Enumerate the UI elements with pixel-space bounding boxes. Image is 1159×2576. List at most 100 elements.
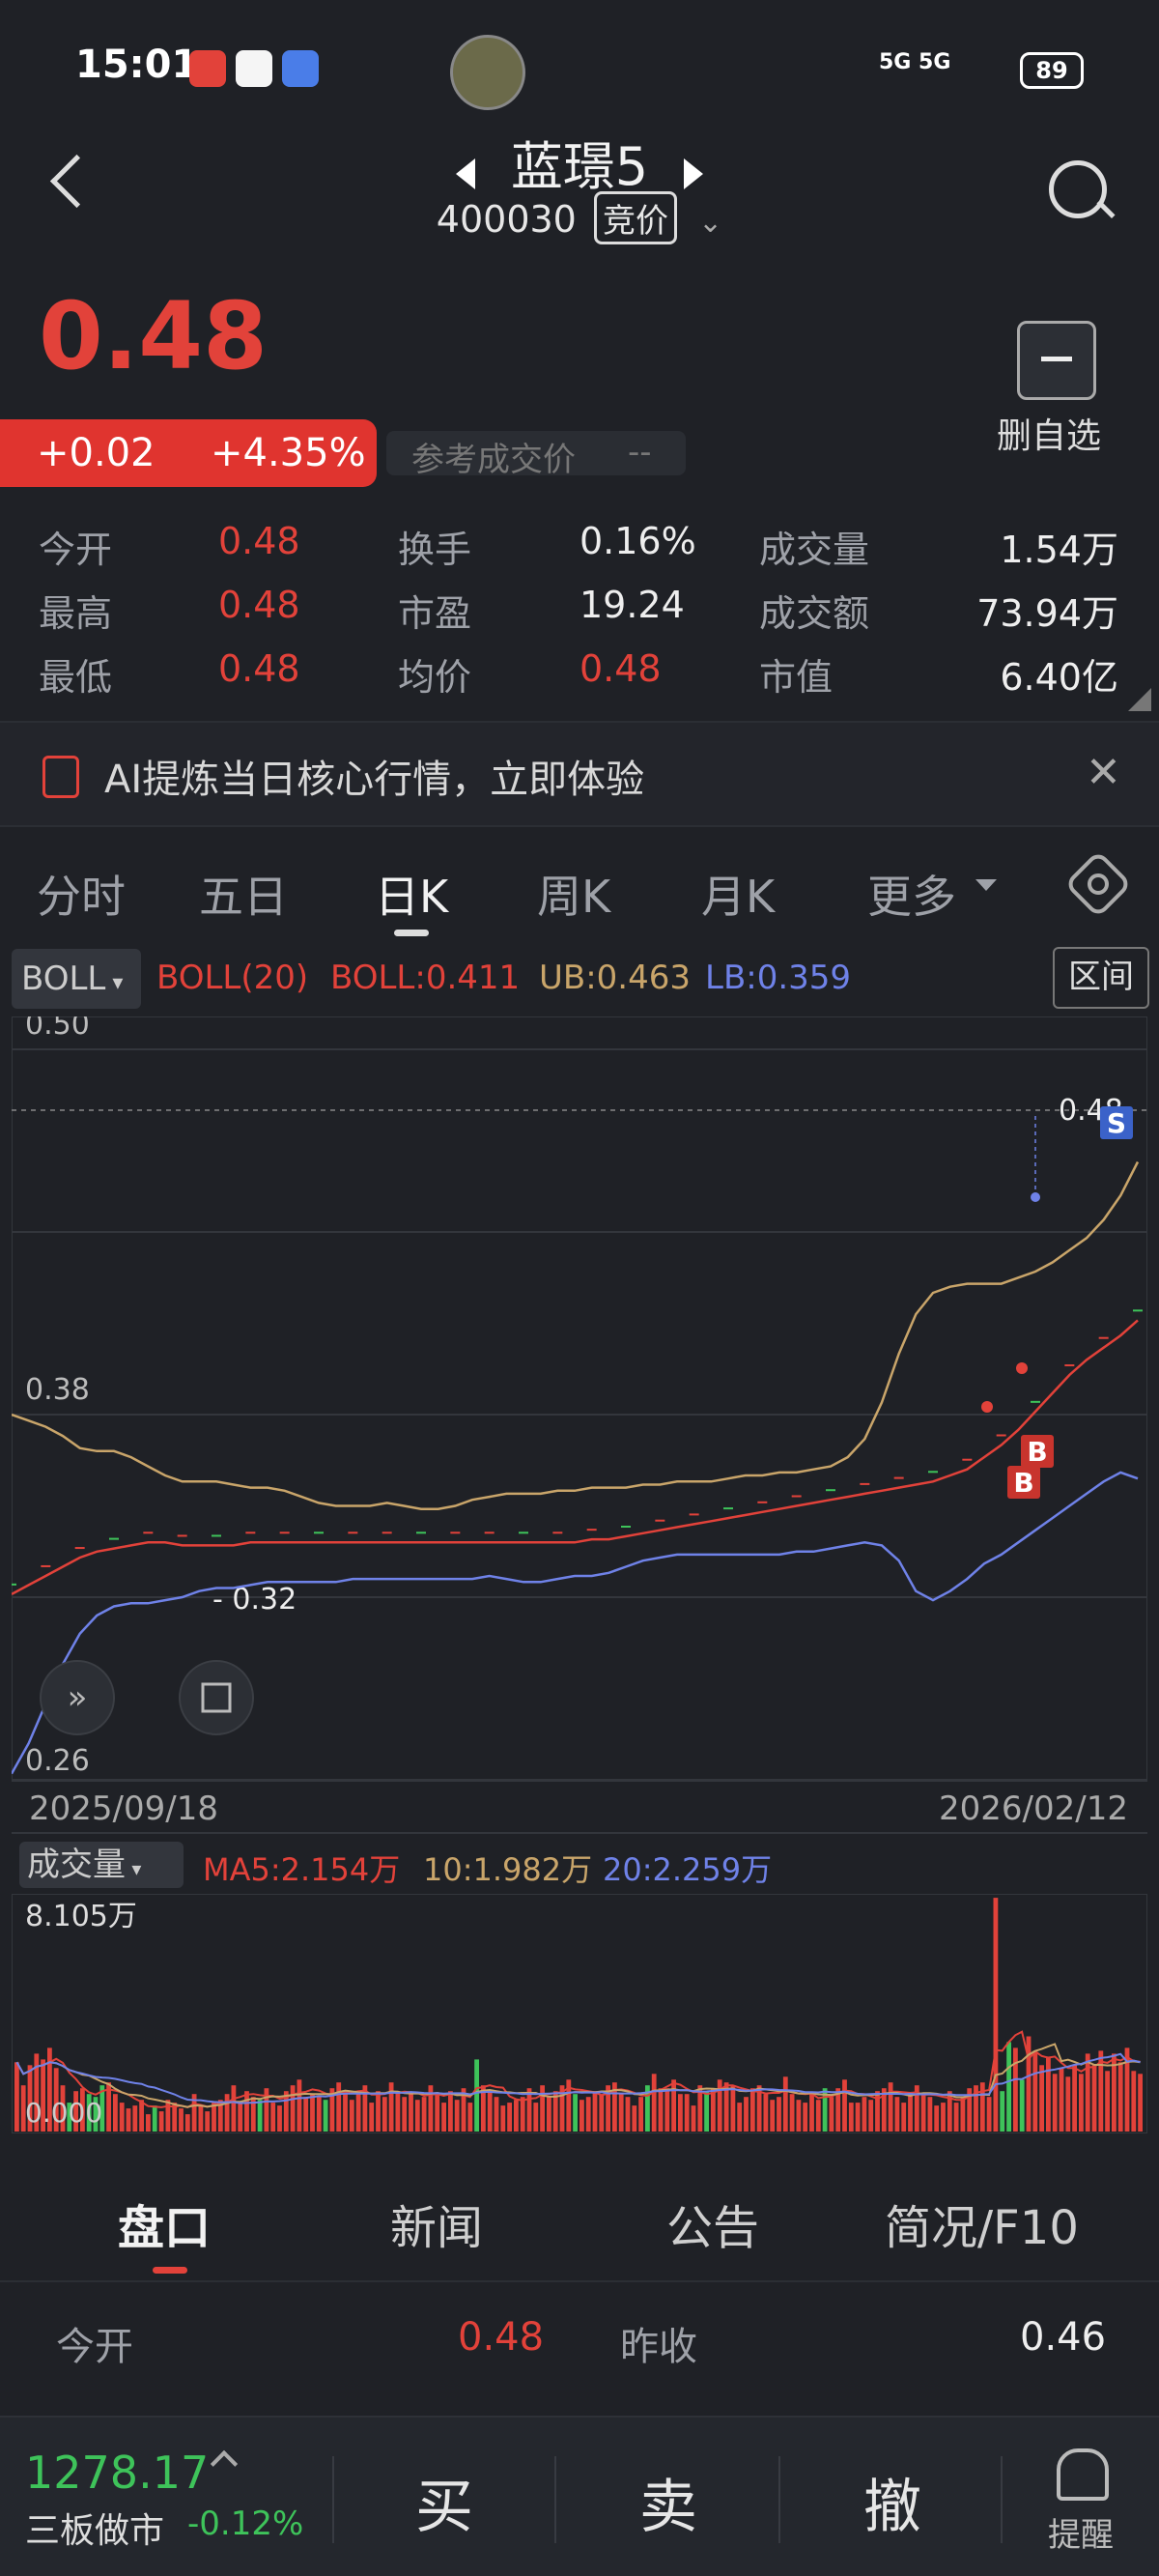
- volume-chart[interactable]: 0.000: [12, 1894, 1147, 2133]
- volume-bar: [514, 2100, 519, 2132]
- tab-five-day[interactable]: 五日: [199, 862, 288, 926]
- volume-bar: [533, 2103, 539, 2132]
- series-line-ub: [12, 1160, 1140, 1510]
- interval-button[interactable]: 区间: [1053, 947, 1149, 1009]
- k-line-chart[interactable]: 0.500.380.260.48- 0.32SBB»: [12, 1016, 1147, 1782]
- divider: [554, 2456, 556, 2543]
- volume-bar: [421, 2097, 427, 2132]
- ai-banner-text[interactable]: AI提炼当日核心行情，立即体验: [104, 748, 644, 804]
- volume-bar: [257, 2100, 263, 2132]
- quote-prev-close-label: 昨收: [620, 2325, 697, 2369]
- search-icon[interactable]: [1049, 160, 1107, 218]
- cancel-order-button[interactable]: 撤: [863, 2460, 921, 2544]
- volume-bar: [592, 2091, 598, 2132]
- volume-bar: [132, 2105, 138, 2132]
- volume-bar: [270, 2103, 276, 2132]
- prev-stock-icon[interactable]: [456, 158, 475, 189]
- volume-bar: [1006, 2042, 1011, 2132]
- status-time: 15:01: [75, 43, 199, 87]
- volume-bar: [737, 2103, 743, 2132]
- stat-value: 19.24: [580, 584, 685, 626]
- volume-bar: [1013, 2047, 1018, 2132]
- stat-label: 成交额: [759, 592, 870, 635]
- volume-bar: [435, 2094, 440, 2132]
- tab-f10[interactable]: 简况/F10: [885, 2190, 1079, 2257]
- volume-bar: [409, 2094, 413, 2132]
- volume-bar: [290, 2085, 296, 2132]
- volume-bar: [158, 2111, 164, 2132]
- stat-value: 0.48: [218, 520, 300, 562]
- status-bar: 15:01 5G 5G 89: [0, 0, 1159, 135]
- volume-bar: [1091, 2065, 1097, 2132]
- remove-favorite-button[interactable]: [1017, 321, 1096, 400]
- volume-bar: [316, 2097, 322, 2132]
- volume-bar: [1039, 2065, 1044, 2132]
- price-change-abs: +0.02: [37, 431, 155, 475]
- price-change-pct: +4.35%: [211, 431, 366, 475]
- remove-favorite-label[interactable]: 删自选: [997, 408, 1101, 458]
- tab-daily-k[interactable]: 日K: [375, 862, 448, 926]
- stat-label: 成交量: [759, 529, 870, 571]
- indicator-selector[interactable]: BOLL ▾: [12, 949, 141, 1009]
- volume-bar: [343, 2091, 348, 2132]
- volume-bar: [520, 2097, 525, 2132]
- alert-icon[interactable]: [1057, 2448, 1109, 2501]
- volume-bar: [691, 2105, 696, 2132]
- stat-label: 均价: [398, 656, 472, 699]
- buy-button[interactable]: 买: [415, 2460, 473, 2544]
- volume-bar: [303, 2097, 309, 2132]
- volume-bar: [809, 2094, 814, 2132]
- volume-bar: [1052, 2074, 1058, 2132]
- ai-banner[interactable]: AI提炼当日核心行情，立即体验 ✕: [0, 721, 1159, 827]
- volume-bar: [770, 2100, 776, 2132]
- avatar[interactable]: [450, 35, 525, 110]
- volume-bar: [1138, 2074, 1143, 2132]
- volume-bar: [297, 2079, 302, 2132]
- tab-news[interactable]: 新闻: [390, 2190, 483, 2257]
- volume-bar: [500, 2105, 506, 2132]
- volume-bar: [165, 2100, 171, 2132]
- next-stock-icon[interactable]: [684, 158, 703, 189]
- x-end-date: 2026/02/12: [939, 1789, 1128, 1828]
- volume-bar: [664, 2088, 670, 2132]
- volume-bar: [179, 2108, 184, 2132]
- fullscreen-button[interactable]: [179, 1660, 254, 1735]
- tab-weekly-k[interactable]: 周K: [537, 862, 610, 926]
- volume-bar: [454, 2100, 460, 2132]
- volume-bar: [894, 2097, 900, 2132]
- volume-bar: [540, 2085, 545, 2132]
- volume-bar: [842, 2079, 847, 2132]
- tab-monthly-k[interactable]: 月K: [701, 862, 775, 926]
- volume-bar: [369, 2103, 375, 2132]
- volume-bar: [1131, 2071, 1137, 2132]
- close-icon[interactable]: ✕: [1086, 748, 1121, 797]
- alert-label[interactable]: 提醒: [1048, 2508, 1114, 2556]
- buy-marker: B: [1013, 1467, 1033, 1499]
- chevron-down-icon[interactable]: ⌄: [698, 206, 722, 240]
- tab-announcements[interactable]: 公告: [666, 2190, 759, 2257]
- volume-bar: [671, 2079, 676, 2132]
- volume-bar: [711, 2088, 716, 2132]
- tab-intraday[interactable]: 分时: [37, 862, 126, 926]
- volume-bar: [684, 2094, 690, 2132]
- volume-bar: [349, 2100, 354, 2132]
- caret-down-icon: [975, 879, 997, 891]
- chevron-up-icon[interactable]: [210, 2449, 239, 2478]
- tab-order-book[interactable]: 盘口: [118, 2190, 211, 2257]
- bottom-action-bar: 1278.17 三板做市 -0.12% 买 卖 撤 提醒: [0, 2416, 1159, 2576]
- volume-bar: [388, 2082, 394, 2132]
- reference-price-label: 参考成交价: [411, 441, 576, 479]
- volume-bar: [744, 2097, 749, 2132]
- volume-bar: [139, 2100, 144, 2132]
- app-notification-icon: [236, 50, 272, 87]
- active-tab-indicator: [394, 930, 429, 936]
- expand-corner-icon[interactable]: [1128, 688, 1151, 711]
- volume-bar: [782, 2076, 788, 2132]
- index-value[interactable]: 1278.17: [25, 2447, 209, 2499]
- volume-selector[interactable]: 成交量 ▾: [19, 1842, 184, 1888]
- stat-label: 市值: [759, 656, 834, 699]
- volume-bar: [803, 2103, 808, 2132]
- sell-button[interactable]: 卖: [639, 2460, 697, 2544]
- tab-more[interactable]: 更多: [867, 862, 956, 926]
- quote-open-label: 今开: [56, 2325, 133, 2369]
